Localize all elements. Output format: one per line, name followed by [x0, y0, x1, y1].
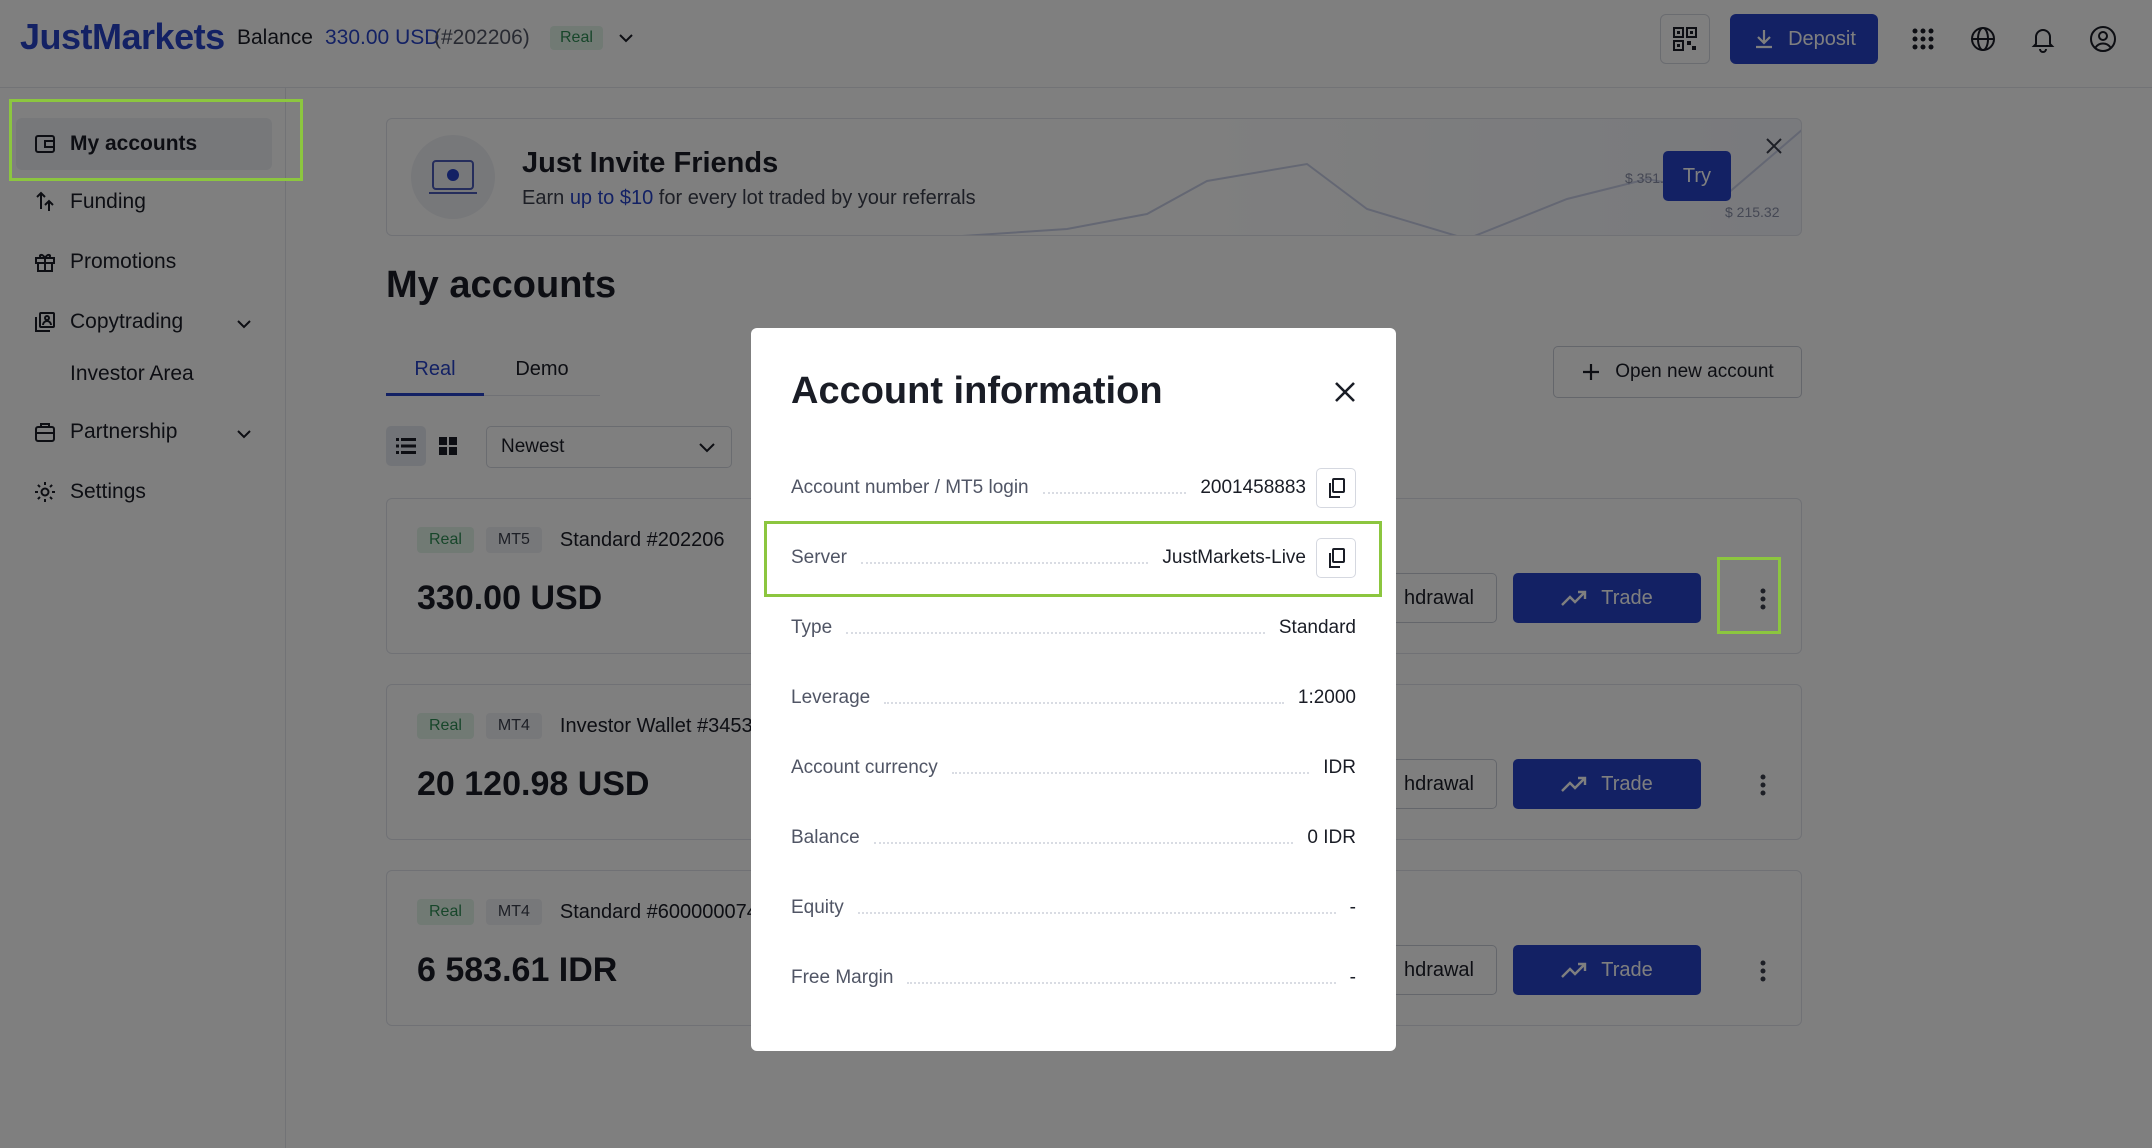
row-value: IDR: [1323, 757, 1356, 778]
dotted-leader: [1042, 492, 1187, 494]
row-value: Standard: [1278, 617, 1356, 638]
row-value: 0 IDR: [1307, 827, 1356, 848]
copy-button[interactable]: [1316, 468, 1356, 508]
row-label: Account currency: [791, 757, 938, 778]
close-icon[interactable]: [1331, 378, 1359, 406]
dotted-leader: [873, 842, 1294, 844]
info-row-balance: Balance 0 IDR: [791, 816, 1356, 860]
info-row-type: Type Standard: [791, 606, 1356, 650]
dotted-leader: [884, 702, 1284, 704]
info-row-free-margin: Free Margin -: [791, 956, 1356, 1000]
info-row-leverage: Leverage 1:2000: [791, 676, 1356, 720]
dotted-leader: [846, 632, 1265, 634]
account-information-modal: Account information Account number / MT5…: [751, 328, 1396, 1051]
copy-icon: [1329, 478, 1345, 498]
row-label: Leverage: [791, 687, 871, 708]
row-label: Equity: [791, 897, 844, 918]
info-row-account-currency: Account currency IDR: [791, 746, 1356, 790]
dotted-leader: [857, 912, 1336, 914]
row-label: Balance: [791, 827, 860, 848]
highlight-box: [9, 99, 303, 181]
info-row-account-number: Account number / MT5 login 2001458883: [791, 466, 1356, 510]
highlight-box: [1717, 557, 1781, 634]
row-value: -: [1349, 967, 1356, 988]
row-value: 1:2000: [1297, 687, 1356, 708]
row-value: 2001458883: [1200, 477, 1306, 498]
row-label: Type: [791, 617, 833, 638]
dotted-leader: [907, 982, 1336, 984]
info-row-equity: Equity -: [791, 886, 1356, 930]
modal-title: Account information: [791, 370, 1163, 412]
row-label: Account number / MT5 login: [791, 477, 1029, 498]
row-value: -: [1349, 897, 1356, 918]
dotted-leader: [951, 772, 1310, 774]
row-label: Free Margin: [791, 967, 894, 988]
highlight-box: [764, 521, 1382, 597]
